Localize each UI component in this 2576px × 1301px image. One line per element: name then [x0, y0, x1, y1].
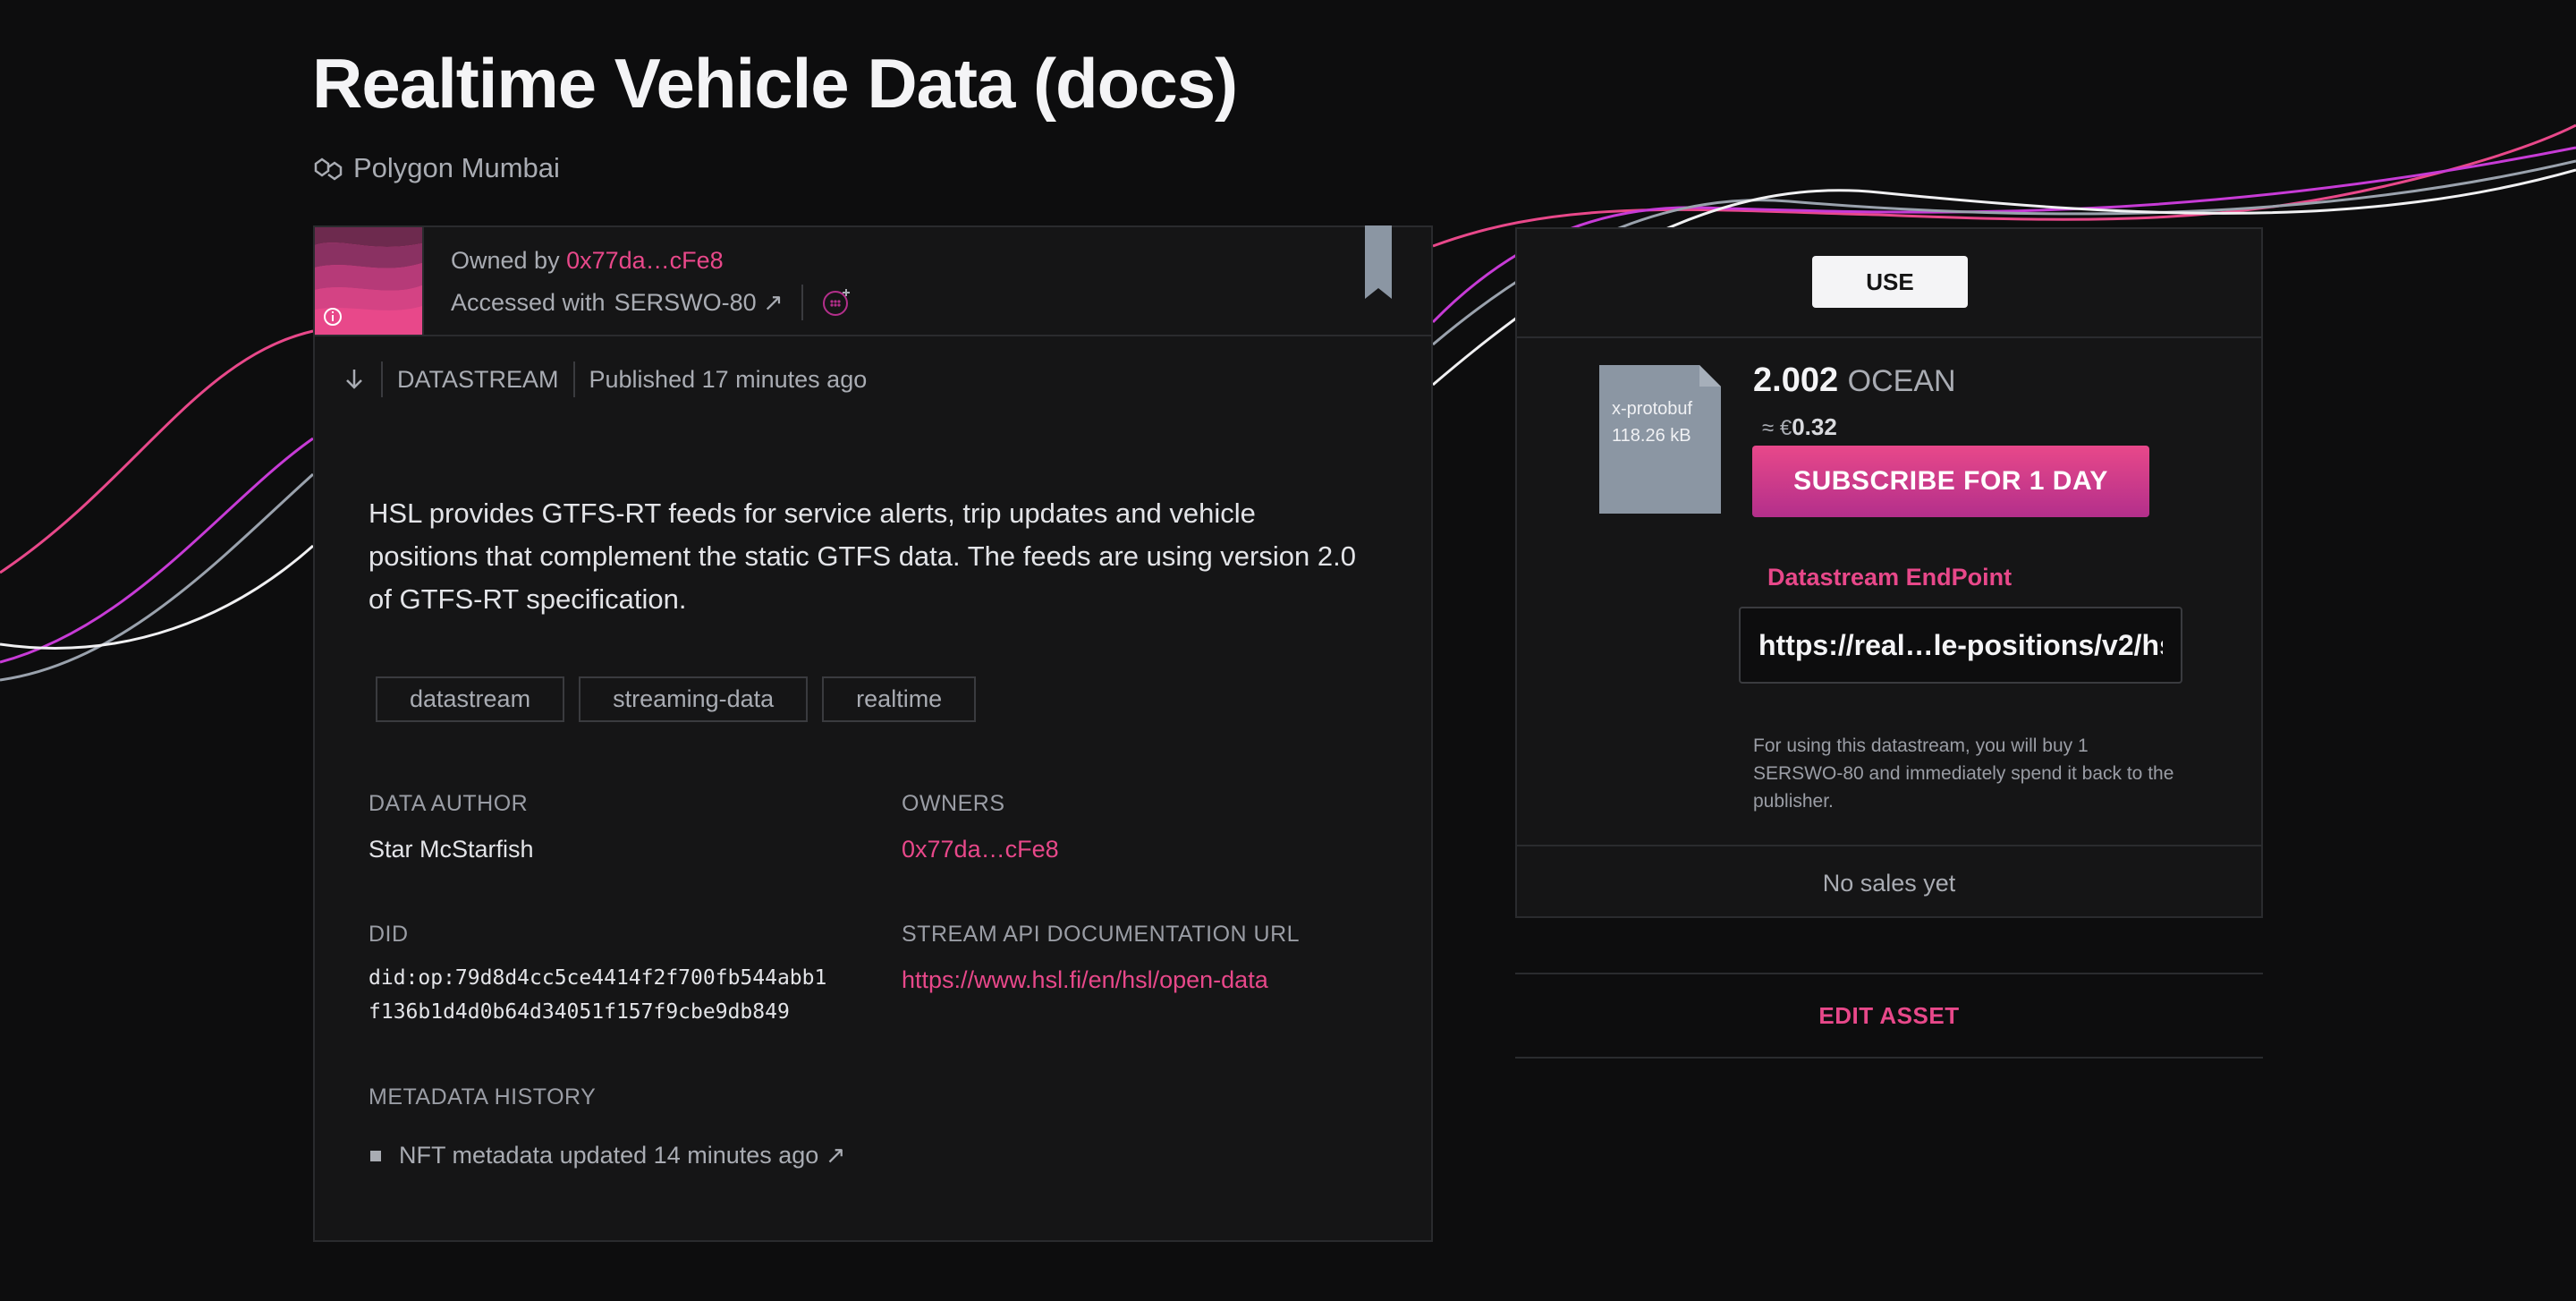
download-arrow-icon	[346, 370, 362, 389]
owner-address-link[interactable]: 0x77da…cFe8	[566, 247, 724, 274]
tag-item[interactable]: realtime	[822, 676, 977, 722]
asset-description: HSL provides GTFS-RT feeds for service a…	[369, 497, 1356, 615]
file-icon: x-protobuf 118.26 kB	[1599, 365, 1721, 514]
doc-url-link[interactable]: https://www.hsl.fi/en/hsl/open-data	[902, 966, 1268, 994]
asset-thumbnail	[315, 227, 424, 335]
asset-meta-row: DATASTREAM Published 17 minutes ago	[342, 361, 867, 397]
access-line: Accessed with SERSWO-80 ↗	[451, 285, 852, 320]
consume-card: USE x-protobuf 118.26 kB 2.002 OCEAN ≈ €…	[1515, 227, 2263, 918]
file-size: 118.26 kB	[1612, 426, 1691, 446]
did-label: DID	[369, 922, 409, 947]
endpoint-label: Datastream EndPoint	[1767, 564, 2012, 591]
subscribe-button[interactable]: SUBSCRIBE FOR 1 DAY	[1752, 446, 2149, 517]
endpoint-input[interactable]	[1739, 607, 2182, 684]
price-value: 2.002	[1753, 361, 1839, 399]
file-type: x-protobuf	[1612, 399, 1693, 419]
published-time: Published 17 minutes ago	[589, 365, 868, 393]
data-author-value: Star McStarfish	[369, 836, 534, 863]
owners-label: OWNERS	[902, 791, 1005, 816]
asset-details-card: Owned by 0x77da…cFe8 Accessed with SERSW…	[313, 225, 1433, 1242]
asset-header: Owned by 0x77da…cFe8 Accessed with SERSW…	[315, 225, 1431, 336]
tag-item[interactable]: streaming-data	[579, 676, 809, 722]
external-link-icon: ↗	[763, 288, 784, 316]
owners-link[interactable]: 0x77da…cFe8	[902, 836, 1059, 863]
edit-asset-link[interactable]: EDIT ASSET	[1515, 973, 2263, 1059]
price: 2.002 OCEAN	[1753, 361, 1956, 400]
tag-item[interactable]: datastream	[376, 676, 565, 722]
price-unit: OCEAN	[1847, 364, 1956, 398]
tab-use[interactable]: USE	[1812, 256, 1968, 308]
metadata-history-label: METADATA HISTORY	[369, 1084, 597, 1110]
datatoken-link[interactable]: SERSWO-80 ↗	[614, 289, 784, 317]
external-link-icon: ↗	[825, 1142, 846, 1169]
polygon-network-icon	[314, 157, 343, 181]
page-title: Realtime Vehicle Data (docs)	[312, 44, 1238, 123]
price-fiat: ≈ €0.32	[1762, 413, 1837, 440]
purchase-notice: For using this datastream, you will buy …	[1753, 736, 2174, 812]
did-value: did:op:79d8d4cc5ce4414f2f700fb544abb1 f1…	[369, 966, 827, 1024]
bookmark-icon[interactable]	[1365, 225, 1392, 299]
history-list-item[interactable]: NFT metadata updated 14 minutes ago ↗	[370, 1142, 845, 1169]
network-name: Polygon Mumbai	[353, 152, 560, 183]
tab-row: USE	[1517, 229, 2261, 338]
bullet-icon	[370, 1150, 381, 1161]
add-token-icon[interactable]	[821, 287, 852, 318]
asset-type: DATASTREAM	[397, 365, 559, 393]
data-author-label: DATA AUTHOR	[369, 791, 529, 816]
owner-line: Owned by 0x77da…cFe8	[451, 247, 724, 274]
network-label: Polygon Mumbai	[312, 152, 560, 184]
tag-list: datastream streaming-data realtime	[376, 676, 977, 722]
doc-url-label: STREAM API DOCUMENTATION URL	[902, 922, 1301, 947]
sales-status: No sales yet	[1517, 845, 2261, 920]
